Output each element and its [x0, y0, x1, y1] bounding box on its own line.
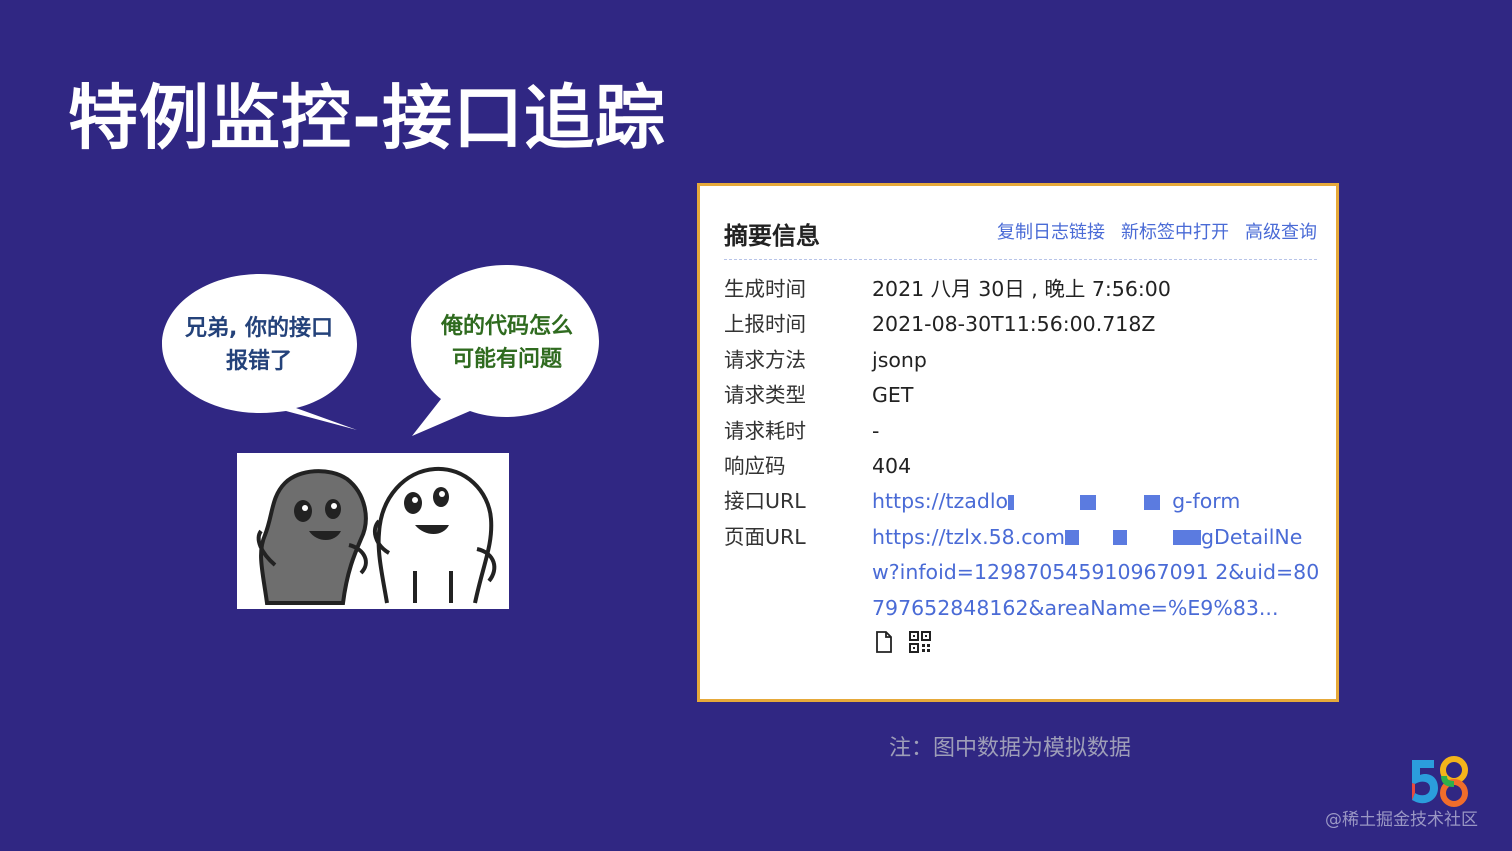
- bubble-left-line1: 兄弟, 你的接口: [184, 316, 334, 341]
- row-request-duration: 请求耗时 -: [724, 414, 1320, 449]
- row-label: 页面URL: [724, 524, 806, 549]
- panel-actions: 复制日志链接 新标签中打开 高级查询: [997, 218, 1317, 244]
- row-label: 接口URL: [724, 489, 806, 514]
- row-label: 生成时间: [724, 277, 806, 301]
- redacted-block: [1065, 530, 1080, 546]
- row-label: 上报时间: [724, 312, 806, 337]
- row-label: 请求方法: [724, 347, 806, 372]
- redacted-block: [1080, 494, 1097, 510]
- row-value: GET: [872, 383, 914, 408]
- grey-character: [256, 469, 368, 605]
- open-in-new-tab-button[interactable]: 新标签中打开: [1121, 218, 1229, 244]
- copy-log-link-button[interactable]: 复制日志链接: [997, 218, 1105, 244]
- row-request-method: 请求方法 jsonp: [724, 343, 1320, 378]
- row-generated-time: 生成时间 2021 八月 30日 , 晚上 7:56:00: [724, 272, 1320, 307]
- row-response-code: 响应码 404: [724, 449, 1320, 484]
- redacted-block: [1144, 494, 1161, 510]
- speech-bubble-right: 俺的代码怎么 可能有问题: [408, 262, 603, 440]
- summary-rows: 生成时间 2021 八月 30日 , 晚上 7:56:00 上报时间 2021-…: [724, 272, 1320, 626]
- advanced-query-button[interactable]: 高级查询: [1245, 218, 1317, 244]
- panel-title: 摘要信息: [724, 222, 820, 250]
- row-value: 2021 八月 30日 , 晚上 7:56:00: [872, 277, 1171, 301]
- row-value: 2021-08-30T11:56:00.718Z: [872, 312, 1156, 337]
- white-character: [372, 466, 497, 604]
- url-end: g-form: [1172, 489, 1241, 514]
- row-value: jsonp: [872, 347, 927, 372]
- bubble-right-line2: 可能有问题: [451, 347, 562, 372]
- row-reported-time: 上报时间 2021-08-30T11:56:00.718Z: [724, 307, 1320, 342]
- document-icon[interactable]: [872, 630, 896, 654]
- url-end: gDetailNe: [1201, 524, 1303, 549]
- row-page-url: 页面URL https://tzlx.58.com gDetailNe w?info…: [724, 520, 1320, 626]
- redacted-block: [1113, 530, 1128, 546]
- row-value: -: [872, 418, 880, 443]
- watermark: @稀土掘金技术社区: [1325, 810, 1478, 830]
- row-value: 404: [872, 454, 912, 479]
- qr-code-icon[interactable]: [908, 630, 932, 654]
- bubble-left-line2: 报错了: [225, 349, 292, 374]
- summary-panel: 摘要信息 复制日志链接 新标签中打开 高级查询 生成时间 2021 八月 30日…: [697, 183, 1339, 702]
- 58-logo-icon: [1412, 756, 1468, 807]
- page-url-link[interactable]: https://tzlx.58.com gDetailNe w?infoid=129…: [872, 520, 1320, 626]
- row-label: 请求类型: [724, 383, 806, 408]
- row-api-url: 接口URL https://tzadlo g-form: [724, 484, 1320, 519]
- bubble-right-line1: 俺的代码怎么: [440, 314, 573, 339]
- url-start: https://tzlx.58.com: [872, 524, 1066, 549]
- row-label: 请求耗时: [724, 418, 806, 443]
- redacted-block: [1173, 530, 1202, 546]
- mock-data-note: 注：图中数据为模拟数据: [889, 736, 1132, 761]
- divider: [724, 259, 1317, 260]
- redacted-block: [1008, 494, 1015, 510]
- url-rest: w?infoid=129870545910967091 2&uid=807976…: [872, 560, 1320, 620]
- url-start: https://tzadlo: [872, 489, 1009, 514]
- slide-title: 特例监控-接口追踪: [68, 77, 667, 159]
- url-actions: [872, 630, 932, 654]
- meme-image: [237, 453, 509, 609]
- row-request-type: 请求类型 GET: [724, 378, 1320, 413]
- api-url-link[interactable]: https://tzadlo g-form: [872, 484, 1320, 519]
- row-label: 响应码: [724, 454, 786, 479]
- speech-bubble-left: 兄弟, 你的接口 报错了: [158, 268, 363, 433]
